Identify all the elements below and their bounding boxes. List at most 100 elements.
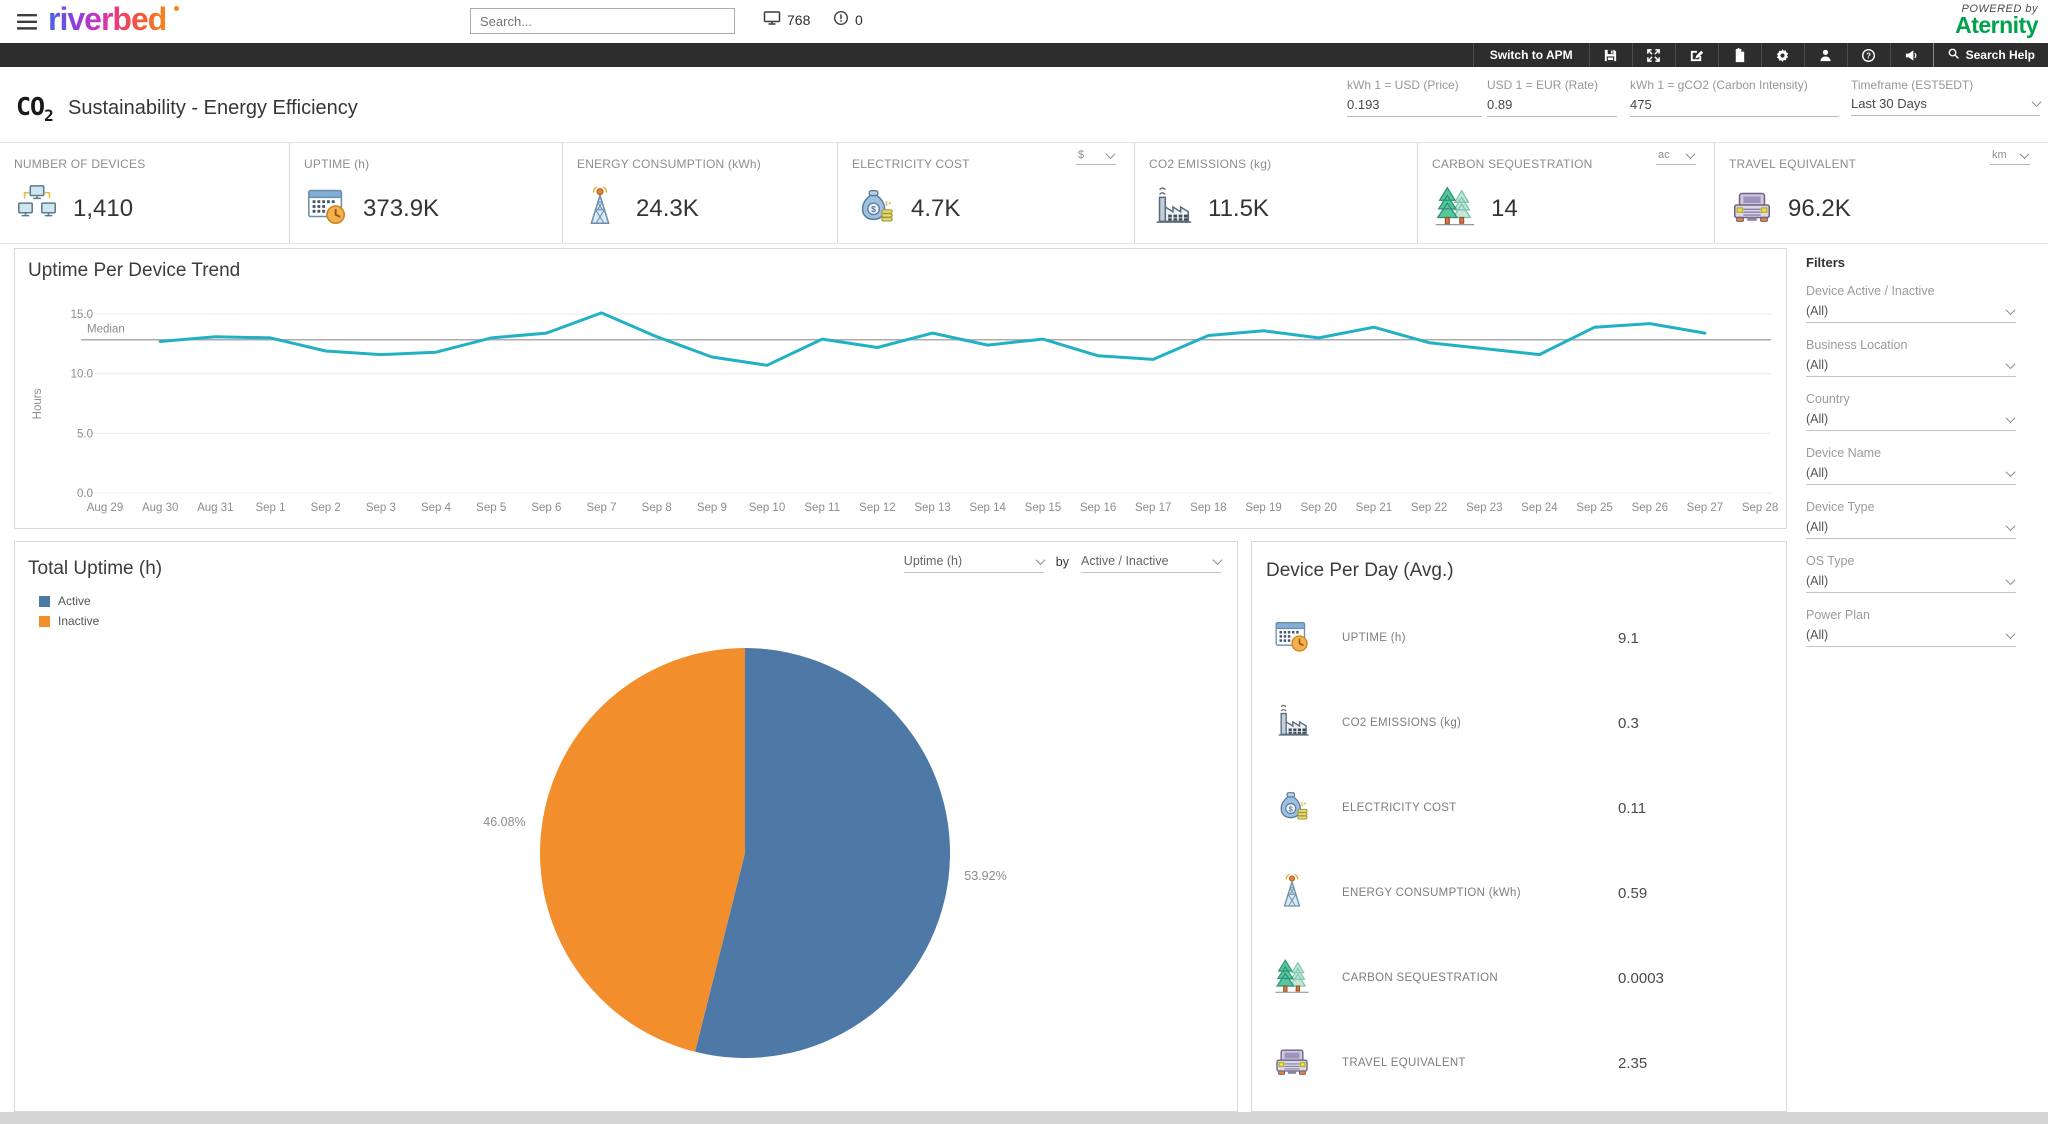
unit-dropdown[interactable]: km <box>1990 149 2030 165</box>
timeframe-dropdown[interactable]: Last 30 Days <box>1851 96 2040 116</box>
metric-value: 0.11 <box>1618 800 1766 817</box>
uptime-icon <box>1272 616 1312 661</box>
save-icon[interactable] <box>1589 43 1632 67</box>
kpi-row: NUMBER OF DEVICES1,410UPTIME (h)373.9KEN… <box>0 143 2048 243</box>
unit-value: $ <box>1078 149 1084 161</box>
chevron-down-icon <box>2006 305 2016 315</box>
filter-label: Device Type <box>1806 500 2028 514</box>
svg-text:Sep 4: Sep 4 <box>421 502 452 514</box>
search-icon <box>1947 47 1960 63</box>
svg-text:Sep 12: Sep 12 <box>859 502 895 514</box>
metric-row: CARBON SEQUESTRATION0.0003 <box>1252 936 1786 1021</box>
svg-text:$: $ <box>871 204 876 214</box>
filter-label: Country <box>1806 392 2028 406</box>
cost-icon: $ <box>852 183 898 234</box>
filter-value: (All) <box>1806 520 1828 534</box>
chevron-down-icon <box>2006 359 2016 369</box>
total-uptime-pie-chart: 53.92%46.08% <box>15 542 1237 1111</box>
svg-text:15.0: 15.0 <box>71 309 93 321</box>
carbon-intensity-input[interactable] <box>1630 97 1839 117</box>
switch-to-apm-button[interactable]: Switch to APM <box>1473 43 1589 67</box>
kpi-body: 24.3K <box>577 183 837 234</box>
chevron-down-icon <box>1106 149 1116 159</box>
filter-item: Device Active / Inactive(All) <box>1806 284 2028 323</box>
metric-value: 0.59 <box>1618 885 1766 902</box>
hamburger-menu-icon[interactable] <box>16 13 38 30</box>
settings-icon[interactable] <box>1761 43 1804 67</box>
filter-dropdown[interactable]: (All) <box>1806 358 2016 377</box>
unit-dropdown[interactable]: ac <box>1656 149 1696 165</box>
rate-input[interactable] <box>1487 97 1617 117</box>
svg-text:Sep 22: Sep 22 <box>1411 502 1447 514</box>
help-icon[interactable]: ? <box>1847 43 1890 67</box>
kpi-body: 96.2K <box>1729 183 2048 234</box>
uptime-trend-chart[interactable]: 0.05.010.015.0MedianAug 29Aug 30Aug 31Se… <box>15 249 1786 528</box>
filter-dropdown[interactable]: (All) <box>1806 466 2016 485</box>
kpi-body: 11.5K <box>1149 183 1417 234</box>
monitored-devices-indicator[interactable]: 768 <box>763 10 810 29</box>
svg-text:Sep 10: Sep 10 <box>749 502 785 514</box>
user-icon[interactable] <box>1804 43 1847 67</box>
svg-text:5.0: 5.0 <box>77 428 93 440</box>
filter-item: Device Name(All) <box>1806 446 2028 485</box>
filter-dropdown[interactable]: (All) <box>1806 412 2016 431</box>
filter-dropdown[interactable]: (All) <box>1806 304 2016 323</box>
timeframe-label: Timeframe (EST5EDT) <box>1851 78 2040 92</box>
chevron-down-icon <box>2006 629 2016 639</box>
filter-item: Device Type (All) <box>1806 500 2028 539</box>
svg-text:Sep 1: Sep 1 <box>255 502 285 514</box>
filter-label: Power Plan <box>1806 608 2028 622</box>
unit-value: km <box>1992 149 2007 161</box>
filter-label: OS Type <box>1806 554 2028 568</box>
kpi-value: 1,410 <box>73 195 133 223</box>
kpi-card: $ELECTRICITY COST$4.7K <box>837 143 1134 243</box>
svg-text:Sep 18: Sep 18 <box>1190 502 1226 514</box>
filter-dropdown[interactable]: (All) <box>1806 628 2016 647</box>
rate-field: USD 1 = EUR (Rate) <box>1487 78 1617 117</box>
svg-text:Sep 14: Sep 14 <box>969 502 1006 514</box>
co2-logo: CO2 <box>16 92 53 125</box>
filter-dropdown[interactable]: (All) <box>1806 574 2016 593</box>
edit-icon[interactable] <box>1675 43 1718 67</box>
metric-value: 0.3 <box>1618 715 1766 732</box>
svg-text:Sep 15: Sep 15 <box>1025 502 1061 514</box>
kpi-card: CO2 EMISSIONS (kg) 11.5K <box>1134 143 1417 243</box>
metric-label: CO2 EMISSIONS (kg) <box>1342 715 1522 732</box>
device-per-day-title: Device Per Day (Avg.) <box>1252 542 1786 582</box>
svg-text:Sep 23: Sep 23 <box>1466 502 1502 514</box>
metric-row: ENERGY CONSUMPTION (kWh)0.59 <box>1252 851 1786 936</box>
metric-value: 0.0003 <box>1618 970 1766 987</box>
fullscreen-icon[interactable] <box>1632 43 1675 67</box>
kpi-card: kmTRAVEL EQUIVALENT96.2K <box>1714 143 2048 243</box>
svg-text:Sep 28: Sep 28 <box>1742 502 1778 514</box>
chevron-down-icon <box>1686 149 1696 159</box>
svg-text:Sep 16: Sep 16 <box>1080 502 1116 514</box>
kpi-value: 373.9K <box>363 195 439 223</box>
announcements-icon[interactable] <box>1890 43 1933 67</box>
chevron-down-icon <box>2006 413 2016 423</box>
search-help-button[interactable]: Search Help <box>1933 43 2048 67</box>
riverbed-logo: riverbed <box>48 1 166 38</box>
powered-by-block: POWERED by Aternity <box>1955 3 2038 35</box>
filter-dropdown[interactable]: (All) <box>1806 520 2016 539</box>
svg-text:Sep 25: Sep 25 <box>1576 502 1612 514</box>
svg-text:10.0: 10.0 <box>71 369 93 381</box>
timeframe-field: Timeframe (EST5EDT) Last 30 Days <box>1851 78 2040 116</box>
search-input[interactable] <box>470 8 735 34</box>
alerts-indicator[interactable]: 0 <box>833 10 863 29</box>
app-toolbar: Switch to APM ? Search Help <box>0 43 2048 67</box>
price-input[interactable] <box>1347 97 1482 117</box>
travel-icon <box>1729 183 1775 234</box>
unit-dropdown[interactable]: $ <box>1076 149 1116 165</box>
kpi-value: 96.2K <box>1788 195 1851 223</box>
kpi-card: ENERGY CONSUMPTION (kWh) 24.3K <box>562 143 837 243</box>
kpi-body: 14 <box>1432 183 1714 234</box>
metric-value: 9.1 <box>1618 630 1766 647</box>
kpi-card: acCARBON SEQUESTRATION14 <box>1417 143 1714 243</box>
kpi-label: ENERGY CONSUMPTION (kWh) <box>577 157 837 171</box>
svg-text:Sep 5: Sep 5 <box>476 502 506 514</box>
kpi-label: CO2 EMISSIONS (kg) <box>1149 157 1417 171</box>
pages-icon[interactable] <box>1718 43 1761 67</box>
kpi-value: 14 <box>1491 195 1518 223</box>
emissions-icon <box>1272 701 1312 746</box>
